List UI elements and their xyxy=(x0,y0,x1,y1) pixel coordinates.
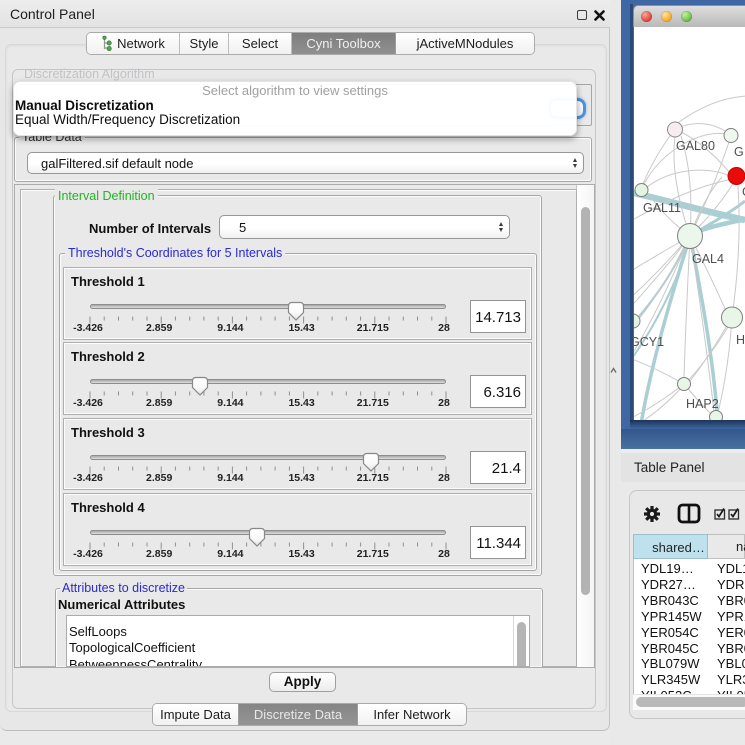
svg-text:GCY1: GCY1 xyxy=(634,335,664,349)
svg-text:GAL11: GAL11 xyxy=(643,201,681,215)
svg-text:HAP2: HAP2 xyxy=(686,397,719,411)
svg-text:G: G xyxy=(734,145,744,159)
svg-text:GAL4: GAL4 xyxy=(692,252,724,266)
svg-text:H: H xyxy=(736,333,745,347)
svg-text:GAL80: GAL80 xyxy=(676,139,715,153)
